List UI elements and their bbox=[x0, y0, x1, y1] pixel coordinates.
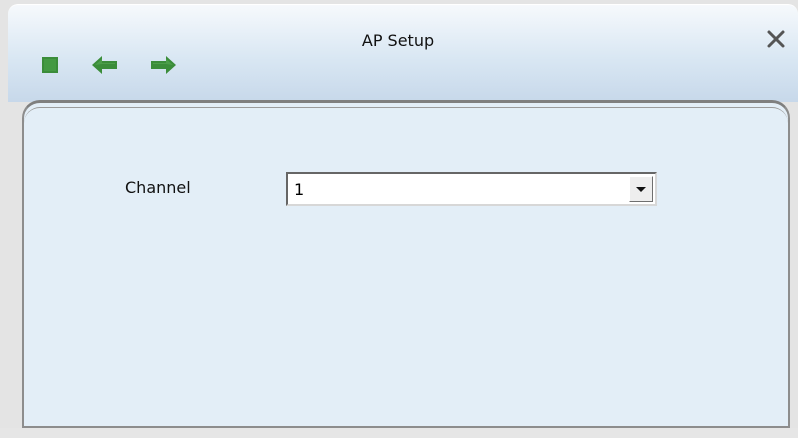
setup-content-panel: Channel 1 bbox=[22, 100, 790, 428]
back-arrow-icon[interactable] bbox=[90, 50, 120, 78]
stop-icon[interactable] bbox=[37, 50, 67, 78]
ap-setup-window: AP Setup Channel 1 bbox=[0, 0, 798, 438]
window-bottom-edge bbox=[0, 428, 798, 438]
forward-arrow-icon[interactable] bbox=[148, 50, 178, 78]
close-icon[interactable] bbox=[761, 24, 791, 54]
channel-dropdown-button[interactable] bbox=[629, 176, 653, 202]
title-bar: AP Setup bbox=[8, 4, 798, 102]
window-title: AP Setup bbox=[361, 31, 435, 50]
setup-form-area: Channel 1 bbox=[24, 107, 788, 426]
channel-label: Channel bbox=[125, 178, 191, 197]
chevron-down-icon bbox=[636, 187, 646, 192]
channel-select[interactable]: 1 bbox=[286, 172, 657, 206]
channel-selected-value: 1 bbox=[294, 180, 305, 199]
